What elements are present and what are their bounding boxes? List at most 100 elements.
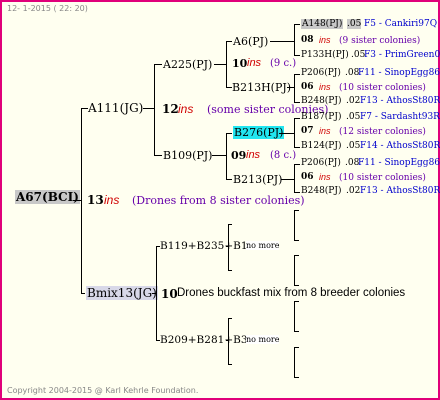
sire-connector	[81, 108, 88, 109]
mix1-no-more-label: no more	[246, 241, 280, 250]
b276-generation: 09	[231, 149, 247, 162]
b213-line-note: (10 sister colonies)	[339, 173, 426, 183]
empty-bracket-3-top	[294, 301, 299, 302]
empty-bracket-2	[294, 255, 295, 285]
a225-right-connector	[214, 64, 226, 65]
b109-queen-name[interactable]: B109(PJ)	[163, 149, 212, 162]
a225-queen-name[interactable]: A225(PJ)	[163, 58, 212, 71]
a148-value: .05	[347, 19, 362, 29]
p133h-breeder-tag: F3 - PrimGreen00	[364, 50, 440, 60]
p206-b-connector	[294, 164, 300, 165]
a6-line-ins: ins	[319, 35, 331, 45]
b248-b-queen-name[interactable]: B248(PJ)	[301, 186, 341, 196]
b276-connector	[226, 133, 232, 134]
b213h-queen-name[interactable]: B213H(PJ)	[232, 81, 291, 94]
dam-drone-note: Drones buckfast mix from 8 breeder colon…	[177, 287, 406, 299]
mix2-bracket	[228, 318, 229, 364]
a225-bracket	[226, 41, 227, 87]
b248-a-breeder-tag: F13 - AthosSt80R	[360, 96, 440, 106]
b248-a-queen-name[interactable]: B248(PJ)	[301, 96, 341, 106]
p206-b-queen-name[interactable]: P206(PJ)	[301, 158, 341, 168]
b276-count-note: (8 c.)	[270, 150, 297, 161]
b213h-line-note: (10 sister colonies)	[339, 83, 426, 93]
b213-right-connector	[281, 179, 294, 180]
a6-ins-marker: ins	[247, 57, 262, 69]
empty-bracket-3-bottom	[294, 331, 299, 332]
pedigree-frame: 12- 1-2015 ( 22: 20) Copyright 2004-2015…	[0, 0, 440, 400]
sire-queen-name[interactable]: A111(JG)	[88, 101, 143, 115]
b187-breeder-tag: F7 - Sardasht93R	[360, 112, 440, 122]
a148-connector	[294, 24, 300, 25]
p133h-connector	[294, 55, 300, 56]
b213-bracket	[294, 164, 295, 192]
empty-bracket-1-bottom	[294, 240, 299, 241]
b213h-bracket	[294, 74, 295, 102]
a6-right-connector	[270, 41, 294, 42]
b248-b-value: .02	[346, 186, 361, 196]
root-queen-name[interactable]: A67(BCI)	[15, 190, 80, 204]
empty-bracket-4	[294, 347, 295, 377]
b248-b-connector	[294, 192, 300, 193]
root-drone-note: (Drones from 8 sister colonies)	[132, 194, 305, 207]
b124-breeder-tag: F14 - AthosSt80R	[360, 141, 440, 151]
mix1-queens[interactable]: B119+B235+B10	[160, 240, 254, 252]
b187-queen-name[interactable]: B187(PJ)	[301, 112, 341, 122]
b213h-right-connector	[287, 87, 294, 88]
b124-value: .05	[346, 141, 361, 151]
a6-count-note: (9 c.)	[270, 58, 297, 69]
b187-connector	[294, 118, 300, 119]
b276-queen-name[interactable]: B276(PJ)	[233, 126, 285, 139]
b276-line-note: (12 sister colonies)	[339, 127, 426, 137]
mix2-lower-stub	[228, 364, 232, 365]
a6-line-note: (9 sister colonies)	[339, 36, 421, 46]
empty-bracket-1	[294, 210, 295, 240]
b124-connector	[294, 147, 300, 148]
sire-generation: 12	[162, 102, 179, 116]
sire-bracket	[154, 64, 155, 155]
b276-line-ins: ins	[319, 126, 331, 136]
p206-b-breeder-tag: F11 - SinopEgg86R	[358, 158, 440, 168]
dam-queen-name[interactable]: Bmix13(JG)	[86, 286, 158, 300]
sire-right-connector	[143, 108, 154, 109]
b124-queen-name[interactable]: B124(PJ)	[301, 141, 341, 151]
a6-bracket	[294, 24, 295, 55]
empty-bracket-4-top	[294, 347, 299, 348]
a6-generation: 10	[232, 57, 248, 70]
mix1-bracket	[228, 224, 229, 270]
mix1-upper-stub	[228, 224, 232, 225]
p133h-queen-name[interactable]: P133H(PJ)	[301, 50, 349, 60]
b109-right-connector	[212, 155, 226, 156]
mix1-lower-stub	[228, 270, 232, 271]
b213-line-ins: ins	[319, 172, 331, 182]
mix2-queens[interactable]: B209+B281+B38	[160, 334, 254, 346]
a6-connector	[226, 41, 232, 42]
b276-ins-marker: ins	[246, 149, 261, 161]
b187-value: .05	[346, 112, 361, 122]
dam-generation: 10	[161, 287, 178, 301]
b248-a-value: .02	[346, 96, 361, 106]
p206-a-breeder-tag: F11 - SinopEgg86R	[358, 68, 440, 78]
sire-ins-marker: ins	[178, 102, 194, 116]
b213-queen-name[interactable]: B213(PJ)	[233, 173, 282, 186]
p206-a-connector	[294, 74, 300, 75]
b213h-line-generation: 06	[301, 82, 314, 92]
print-date: 12- 1-2015 ( 22: 20)	[7, 4, 88, 13]
a148-breeder-tag: F5 - Cankiri97Q	[364, 19, 438, 29]
empty-bracket-3	[294, 301, 295, 331]
empty-bracket-1-top	[294, 210, 299, 211]
b213-connector	[226, 179, 232, 180]
root-generation: 13	[87, 193, 104, 207]
b276-right-connector	[279, 133, 294, 134]
p206-a-queen-name[interactable]: P206(PJ)	[301, 68, 341, 78]
copyright-footer: Copyright 2004-2015 @ Karl Kehrle Founda…	[7, 386, 199, 395]
mix2-upper-stub	[228, 318, 232, 319]
a225-connector	[154, 64, 162, 65]
a6-line-generation: 08	[301, 35, 314, 45]
a6-queen-name[interactable]: A6(PJ)	[233, 35, 268, 48]
mix2-no-more-label: no more	[246, 335, 280, 344]
root-bracket	[81, 108, 82, 294]
b276-bracket	[294, 118, 295, 147]
a148-queen-name[interactable]: A148(PJ)	[301, 19, 344, 29]
b248-b-breeder-tag: F13 - AthosSt80R	[360, 186, 440, 196]
b109-connector	[154, 155, 162, 156]
